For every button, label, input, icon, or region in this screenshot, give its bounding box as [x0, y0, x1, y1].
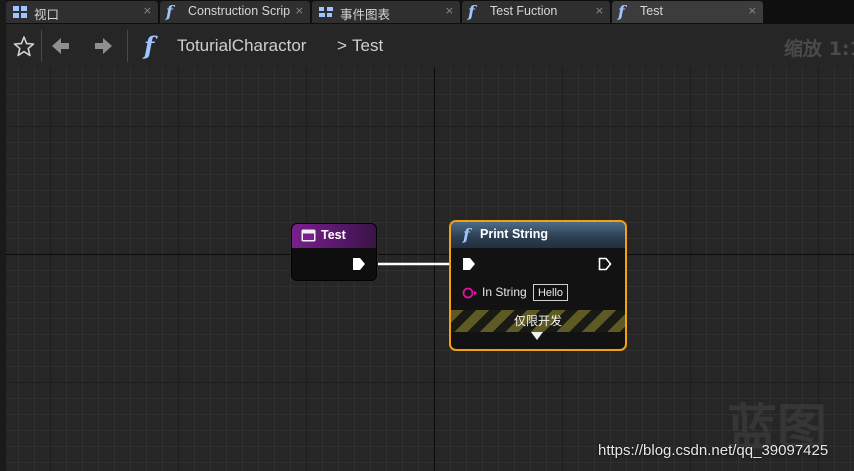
- event-node-header: Test: [292, 224, 376, 248]
- watermark-url: https://blog.csdn.net/qq_39097425: [598, 442, 829, 459]
- function-icon: f: [463, 225, 470, 244]
- function-entry-icon: [301, 229, 316, 242]
- string-input-pin-icon[interactable]: [462, 287, 478, 299]
- expand-chevron-down-icon[interactable]: [531, 332, 543, 341]
- exec-output-pin-icon[interactable]: [598, 257, 612, 271]
- custom-event-node[interactable]: Test: [291, 223, 377, 281]
- in-string-value-field[interactable]: Hello: [533, 284, 568, 301]
- in-string-pin-label: In String: [482, 285, 527, 299]
- exec-input-pin-icon[interactable]: [462, 257, 476, 271]
- exec-output-pin-icon[interactable]: [352, 257, 366, 271]
- development-only-label: 仅限开发: [513, 314, 562, 328]
- print-node-title: Print String: [480, 227, 549, 241]
- print-node-header: f Print String: [451, 222, 625, 248]
- event-node-title: Test: [321, 228, 346, 242]
- print-string-node[interactable]: f Print String In String Hello 仅限开发: [449, 220, 627, 351]
- exec-wire[interactable]: [0, 0, 854, 471]
